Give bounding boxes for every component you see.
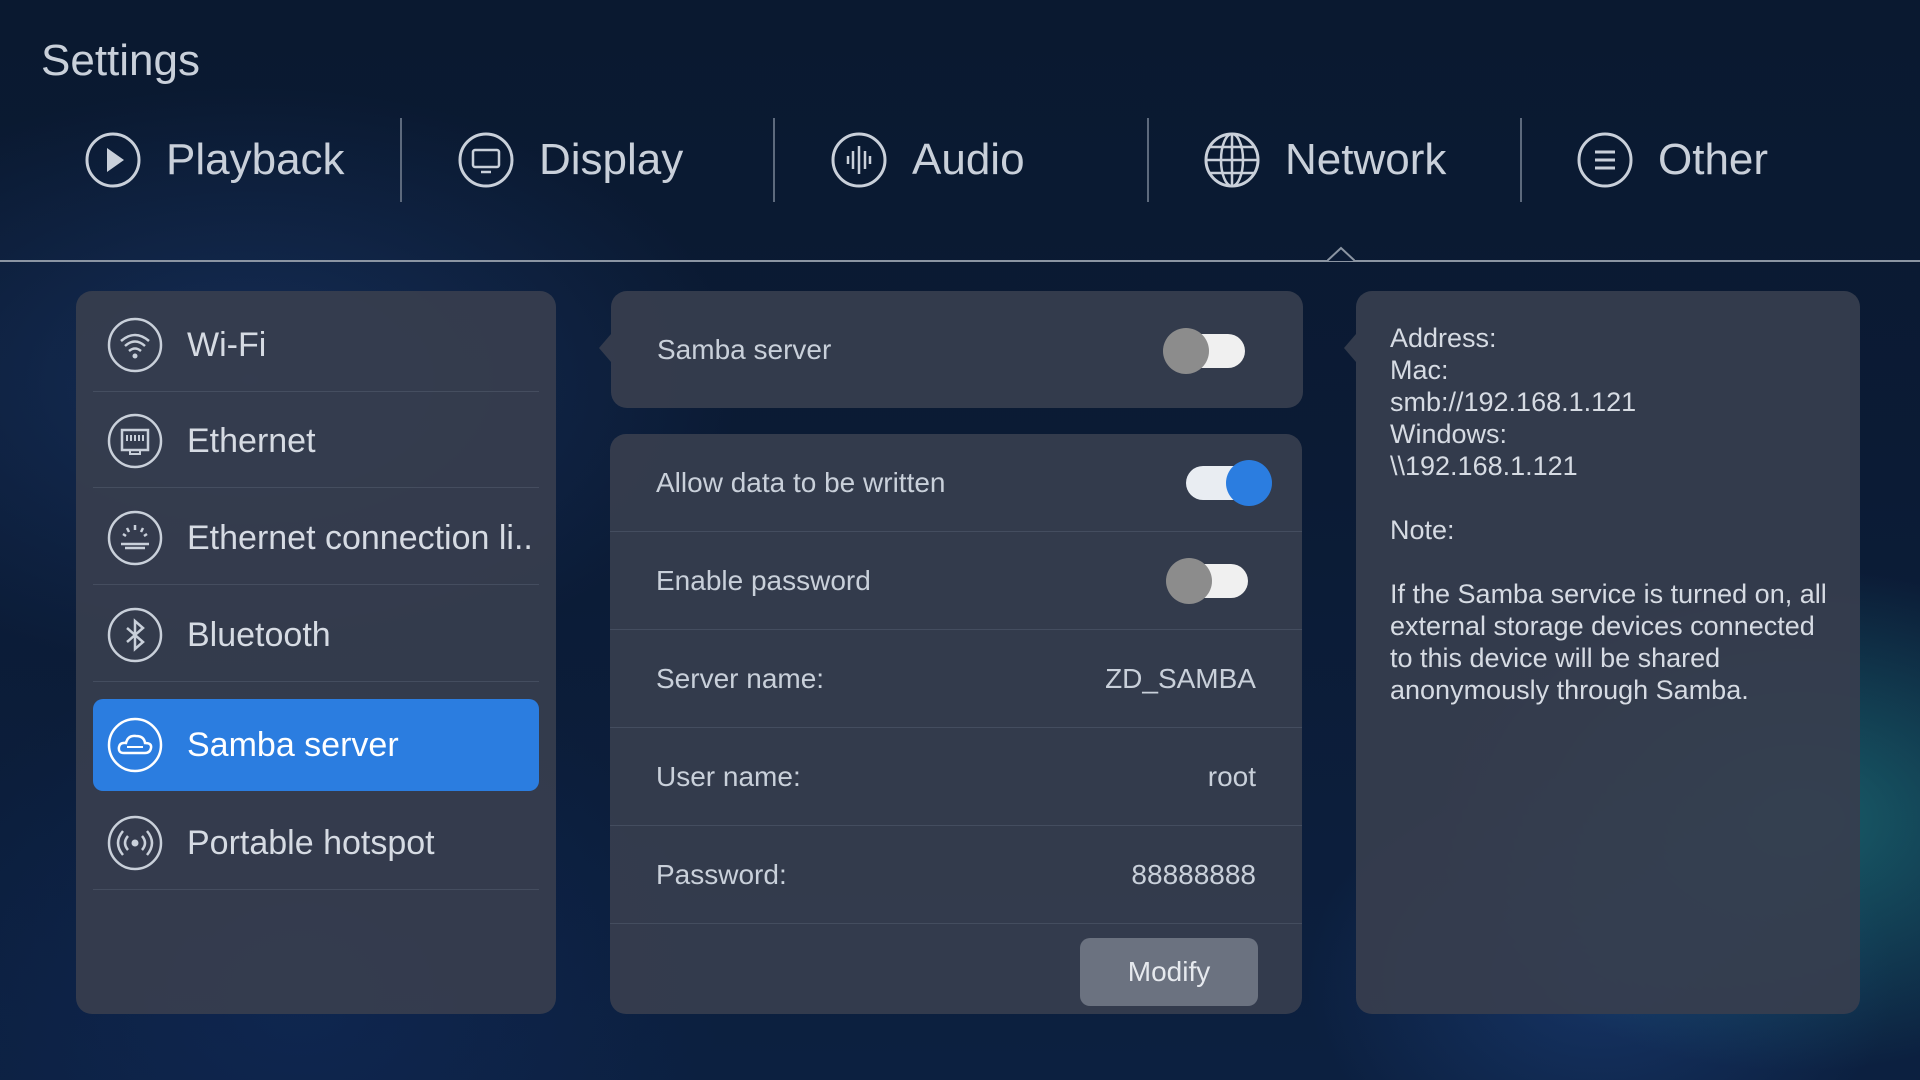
server-name-row[interactable]: Server name: ZD_SAMBA [610,630,1302,728]
sidebar-item-ethernet-connection[interactable]: Ethernet connection li.. [93,492,539,585]
password-row[interactable]: Password: 88888888 [610,826,1302,924]
server-name-value: ZD_SAMBA [1105,662,1256,694]
mac-label: Mac: [1390,355,1449,385]
enable-password-row: Enable password [610,532,1302,630]
panel-pointer [599,334,611,362]
tab-display[interactable]: Display [457,118,683,202]
menu-circle-icon [1577,132,1633,188]
samba-settings-card: Allow data to be written Enable password… [610,434,1302,1014]
samba-server-label: Samba server [657,333,832,365]
enable-password-toggle[interactable] [1166,558,1248,604]
smb-address: smb://192.168.1.121 [1390,387,1637,417]
sidebar-item-label: Wi-Fi [187,325,267,364]
sidebar-item-label: Samba server [187,725,399,764]
allow-write-toggle[interactable] [1186,460,1272,506]
password-label: Password: [656,858,787,890]
top-tab-bar: Playback Display Audio Network Other [0,118,1920,202]
samba-server-card: Samba server [611,291,1303,408]
ethernet-icon [107,413,163,469]
sidebar-item-label: Bluetooth [187,615,331,654]
sidebar-item-label: Ethernet [187,421,316,460]
note-label: Note: [1390,515,1455,545]
sidebar-item-bluetooth[interactable]: Bluetooth [93,589,539,682]
tab-divider [773,118,775,202]
monitor-icon [458,132,514,188]
tab-divider [1520,118,1522,202]
server-name-label: Server name: [656,662,825,694]
ethernet-connection-icon [107,510,163,566]
sidebar-item-ethernet[interactable]: Ethernet [93,395,539,488]
windows-label: Windows: [1390,419,1508,449]
sidebar-item-wifi[interactable]: Wi-Fi [93,299,539,392]
samba-cloud-icon [107,717,163,773]
tab-label: Network [1285,135,1447,184]
address-label: Address: [1390,323,1497,353]
play-circle-icon [85,132,141,188]
samba-server-row: Samba server [611,301,1303,398]
modify-button[interactable]: Modify [1080,938,1258,1006]
tab-label: Other [1658,135,1769,184]
password-value: 88888888 [1131,858,1256,890]
audio-wave-icon [831,132,887,188]
network-sidebar: Wi-Fi Ethernet Ethernet connection li.. … [76,291,556,1014]
user-name-value: root [1207,760,1256,792]
tab-playback[interactable]: Playback [84,118,345,202]
panel-pointer [1344,334,1356,362]
tab-label: Audio [912,135,1025,184]
tab-divider [400,118,402,202]
tab-label: Display [539,135,684,184]
note-text: If the Samba service is turned on, all e… [1390,579,1827,705]
user-name-label: User name: [656,760,801,792]
globe-icon [1204,132,1260,188]
allow-write-row: Allow data to be written [610,434,1302,532]
windows-address: \\192.168.1.121 [1390,451,1578,481]
toggle-knob [1163,328,1209,374]
tab-audio[interactable]: Audio [830,118,1025,202]
tab-divider [1147,118,1149,202]
user-name-row[interactable]: User name: root [610,728,1302,826]
samba-server-toggle[interactable] [1163,328,1245,374]
page-title: Settings [41,36,200,85]
samba-info-panel: Address: Mac: smb://192.168.1.121 Window… [1356,291,1860,1014]
toggle-knob [1166,558,1212,604]
tab-network[interactable]: Network [1203,118,1446,202]
hotspot-icon [107,815,163,871]
tab-other[interactable]: Other [1576,118,1768,202]
tab-underline [0,260,1920,262]
allow-write-label: Allow data to be written [656,466,946,498]
sidebar-item-label: Ethernet connection li.. [187,518,533,557]
active-tab-caret [1327,246,1355,262]
sidebar-item-label: Portable hotspot [187,823,435,862]
sidebar-item-portable-hotspot[interactable]: Portable hotspot [93,797,539,890]
enable-password-label: Enable password [656,564,871,596]
bluetooth-icon [107,607,163,663]
wifi-icon [107,317,163,373]
tab-label: Playback [166,135,345,184]
toggle-knob [1226,460,1272,506]
sidebar-item-samba-server[interactable]: Samba server [93,699,539,791]
